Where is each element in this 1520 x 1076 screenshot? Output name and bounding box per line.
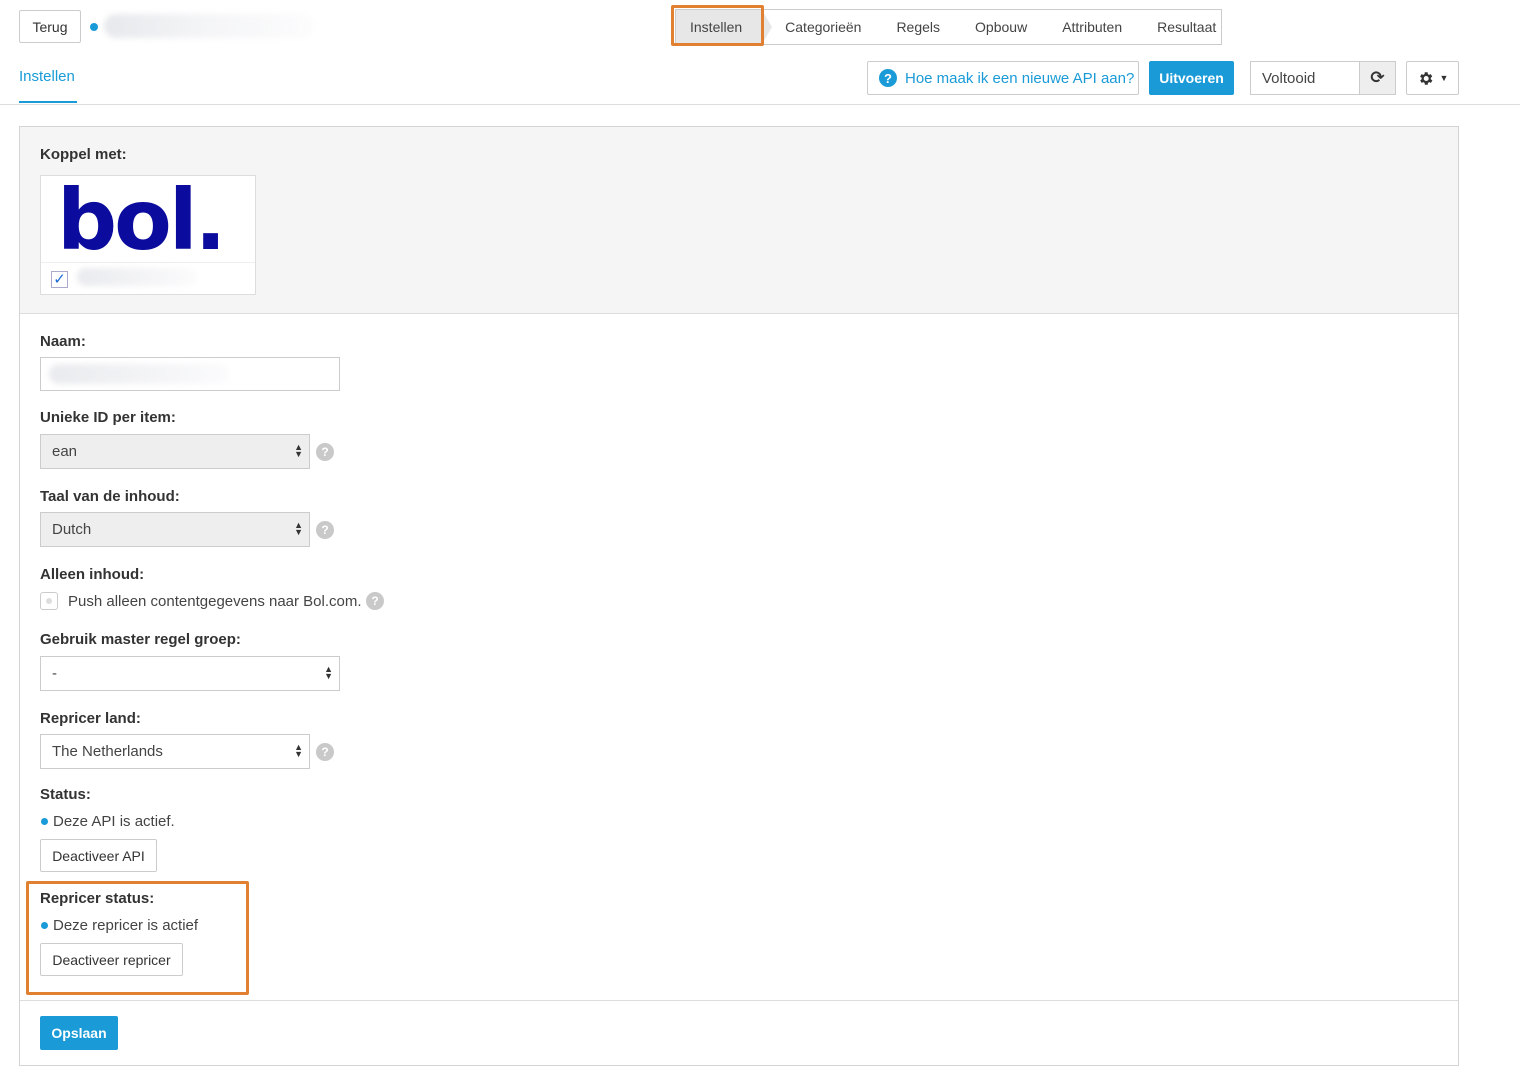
step-navigation: Instellen Categorieën Regels Opbouw Attr…: [675, 9, 1222, 45]
footer-divider: [20, 1000, 1458, 1001]
content-only-text: Push alleen contentgegevens naar Bol.com…: [68, 593, 362, 610]
language-select[interactable]: Dutch ▲ ▼: [40, 512, 310, 547]
select-arrows-icon: ▲ ▼: [294, 442, 303, 459]
unique-id-label: Unieke ID per item:: [40, 409, 176, 426]
repricer-country-label: Repricer land:: [40, 710, 141, 727]
run-button[interactable]: Uitvoeren: [1149, 61, 1234, 95]
redacted-title: [104, 14, 314, 38]
tab-categorieen[interactable]: Categorieën: [785, 10, 861, 44]
refresh-icon: ⟳: [1370, 68, 1385, 87]
tab-attributen[interactable]: Attributen: [1062, 10, 1122, 44]
deactivate-api-button[interactable]: Deactiveer API: [40, 839, 157, 872]
question-circle-icon[interactable]: ?: [316, 743, 334, 761]
card-divider: [41, 262, 255, 263]
repricer-status-label: Repricer status:: [40, 890, 155, 907]
connect-section: Koppel met: bol. ✓: [20, 127, 1458, 314]
status-label: Voltooid: [1262, 69, 1316, 87]
question-circle-icon[interactable]: ?: [316, 521, 334, 539]
question-circle-icon[interactable]: ?: [366, 592, 384, 610]
select-arrows-icon: ▲ ▼: [294, 520, 303, 537]
gear-icon: [1419, 71, 1432, 85]
repricer-country-value: The Netherlands: [52, 743, 163, 760]
header-divider: [0, 104, 1520, 105]
page-tab-underline: [19, 101, 77, 103]
redacted-connector-name: [77, 268, 197, 286]
save-button[interactable]: Opslaan: [40, 1016, 118, 1050]
tab-resultaat[interactable]: Resultaat: [1157, 10, 1216, 44]
koppel-label: Koppel met:: [40, 146, 127, 163]
content-only-label: Alleen inhoud:: [40, 566, 145, 583]
unique-id-select[interactable]: ean ▲ ▼: [40, 434, 310, 469]
deactivate-repricer-button[interactable]: Deactiveer repricer: [40, 943, 183, 976]
status-field: Voltooid ⟳: [1250, 61, 1396, 95]
bol-connector-card[interactable]: bol. ✓: [40, 175, 256, 295]
settings-dropdown-button[interactable]: ▼: [1406, 61, 1459, 95]
page-tab-instellen[interactable]: Instellen: [19, 68, 75, 85]
bol-logo: bol.: [57, 171, 227, 269]
settings-panel: Koppel met: bol. ✓ Naam: Unieke ID per i…: [19, 126, 1459, 1066]
status-text: Deze API is actief.: [53, 813, 175, 830]
name-label: Naam:: [40, 333, 86, 350]
tab-instellen[interactable]: Instellen: [676, 10, 773, 44]
select-arrows-icon: ▲ ▼: [294, 742, 303, 759]
status-dot: [90, 23, 98, 31]
back-button[interactable]: Terug: [19, 10, 81, 43]
master-rule-label: Gebruik master regel groep:: [40, 631, 241, 648]
question-circle-icon[interactable]: ?: [316, 443, 334, 461]
tab-opbouw[interactable]: Opbouw: [975, 10, 1027, 44]
status-label: Status:: [40, 786, 91, 803]
name-input[interactable]: [40, 357, 340, 391]
redacted-name-value: [49, 364, 229, 384]
repricer-status-text: Deze repricer is actief: [53, 917, 199, 934]
help-button-label: Hoe maak ik een nieuwe API aan?: [905, 69, 1135, 87]
language-label: Taal van de inhoud:: [40, 488, 180, 505]
status-bullet: [41, 818, 48, 825]
master-rule-value: -: [52, 665, 57, 682]
question-circle-icon: ?: [879, 69, 897, 87]
master-rule-select[interactable]: - ▲ ▼: [40, 656, 340, 691]
refresh-button[interactable]: ⟳: [1359, 62, 1395, 94]
tab-regels[interactable]: Regels: [896, 10, 940, 44]
repricer-status-bullet: [41, 922, 48, 929]
select-arrows-icon: ▲ ▼: [324, 664, 333, 681]
help-button[interactable]: ? Hoe maak ik een nieuwe API aan?: [867, 61, 1139, 95]
chevron-down-icon: ▼: [1439, 73, 1449, 83]
connector-checkbox[interactable]: ✓: [51, 271, 68, 288]
unique-id-value: ean: [52, 443, 78, 460]
repricer-country-select[interactable]: The Netherlands ▲ ▼: [40, 734, 310, 769]
content-only-checkbox[interactable]: [40, 592, 58, 610]
language-value: Dutch: [52, 521, 92, 538]
